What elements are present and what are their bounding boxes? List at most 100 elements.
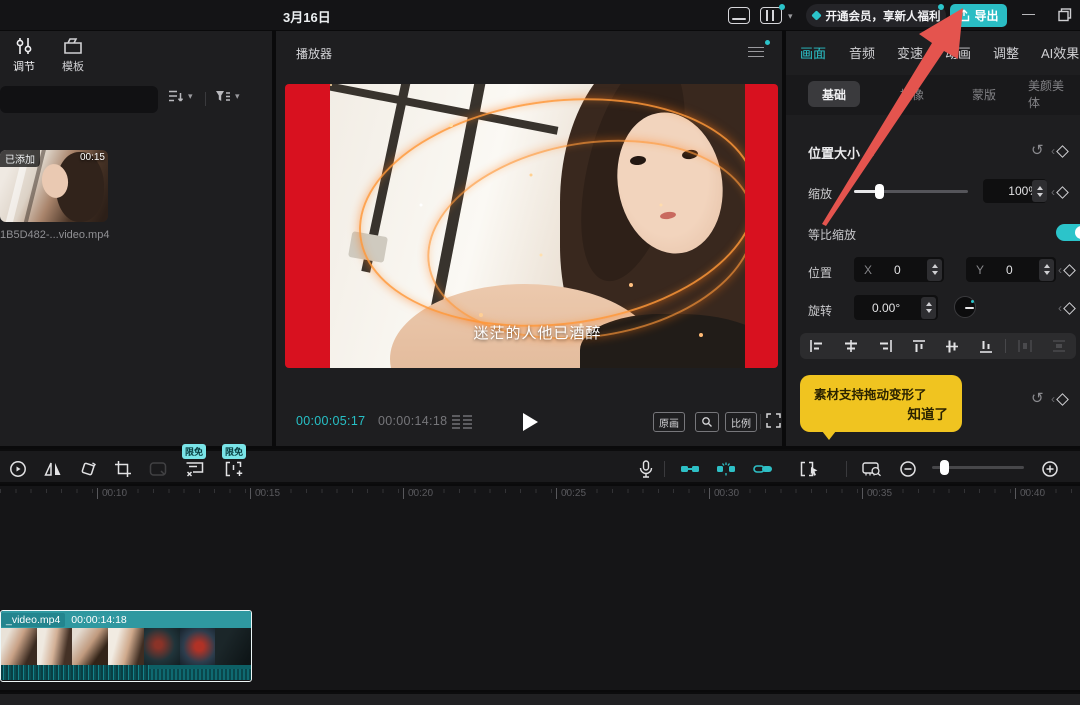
position-y-box[interactable]: Y 0 xyxy=(966,257,1056,282)
mirror-flip-icon[interactable] xyxy=(43,459,63,479)
align-center-horizontal-icon[interactable] xyxy=(834,333,868,359)
align-bottom-icon[interactable] xyxy=(969,333,1003,359)
restore-window-button[interactable] xyxy=(1058,8,1072,22)
scale-stepper[interactable] xyxy=(1032,180,1047,202)
video-clip[interactable]: _video.mp4 00:00:14:18 xyxy=(0,610,252,682)
membership-banner[interactable]: 开通会员，享新人福利 xyxy=(806,4,946,27)
keyframe-control[interactable]: ‹ xyxy=(1058,301,1076,315)
rotate-value: 0.00° xyxy=(872,300,901,315)
position-x-box[interactable]: X 0 xyxy=(854,257,944,282)
original-quality-label: 原画 xyxy=(659,418,679,430)
divider xyxy=(760,414,761,429)
added-badge: 已添加 xyxy=(0,150,40,167)
keyframe-diamond-icon xyxy=(1056,185,1069,199)
preview-zoom-button[interactable] xyxy=(695,412,719,432)
ruler-label: 00:30 xyxy=(709,488,739,499)
minimize-button[interactable]: — xyxy=(1022,6,1035,21)
tab-adjust-label: 调节 xyxy=(13,61,35,73)
keyframe-control[interactable]: ‹ xyxy=(1051,144,1069,158)
align-left-icon[interactable] xyxy=(800,333,834,359)
subtab-strip: 基础 抠像 蒙版 美颜美体 xyxy=(786,75,1080,115)
scale-slider[interactable] xyxy=(854,184,968,199)
fullscreen-icon[interactable] xyxy=(766,413,781,428)
layout-panels-icon[interactable] xyxy=(760,7,782,24)
sort-control[interactable]: ▾ xyxy=(168,89,193,103)
total-timecode: 00:00:14:18 xyxy=(378,414,448,428)
subtab-keying[interactable]: 抠像 xyxy=(886,81,938,107)
video-preview[interactable]: 迷茫的人他已酒醉 xyxy=(285,84,778,368)
filter-control[interactable]: ▾ xyxy=(215,89,240,103)
section-position-size[interactable]: 位置大小 xyxy=(808,143,875,162)
keyframe-prev-icon: ‹ xyxy=(1051,392,1055,406)
rotate-value-box[interactable]: 0.00° xyxy=(854,295,938,320)
crop-icon[interactable] xyxy=(113,459,133,479)
ruler-label: 00:40 xyxy=(1015,488,1045,499)
align-center-vertical-icon[interactable] xyxy=(936,333,970,359)
tab-template[interactable]: 模板 xyxy=(49,37,97,74)
tab-animation[interactable]: 动画 xyxy=(945,43,971,62)
tooltip-got-it-button[interactable]: 知道了 xyxy=(908,403,949,423)
timeline-preview-icon[interactable] xyxy=(862,459,882,479)
limited-free-badge: 限免 xyxy=(222,444,247,459)
align-top-icon[interactable] xyxy=(902,333,936,359)
zoom-in-icon[interactable] xyxy=(1040,459,1060,479)
position-y-value: 0 xyxy=(1006,262,1013,277)
player-menu-dot xyxy=(765,40,770,45)
tab-adjustment[interactable]: 调整 xyxy=(993,43,1019,62)
player-menu-icon[interactable] xyxy=(748,47,764,57)
timeline-zoom-slider[interactable] xyxy=(932,460,1024,475)
keyframe-prev-icon: ‹ xyxy=(1051,144,1055,158)
rotate-stepper[interactable] xyxy=(921,296,936,319)
keyframe-control[interactable]: ‹ xyxy=(1051,185,1069,199)
link-clips-icon[interactable] xyxy=(753,459,773,479)
tab-speed[interactable]: 变速 xyxy=(897,43,923,62)
subtab-beauty[interactable]: 美颜美体 xyxy=(1014,79,1080,110)
uniform-scale-toggle[interactable] xyxy=(1056,224,1080,241)
export-button[interactable]: 导出 xyxy=(950,4,1007,27)
tab-picture[interactable]: 画面 xyxy=(800,43,826,62)
smart-captions-icon[interactable] xyxy=(184,459,204,479)
magnet-snap-icon[interactable] xyxy=(680,459,700,479)
subtab-mask[interactable]: 蒙版 xyxy=(958,81,1010,107)
timeline-zoom-handle[interactable] xyxy=(940,460,949,475)
microphone-icon[interactable] xyxy=(636,459,656,479)
distribute-horizontal-icon[interactable] xyxy=(1008,333,1042,359)
x-axis-label: X xyxy=(864,262,873,277)
original-quality-button[interactable]: 原画 xyxy=(653,412,685,432)
timeline-toolbar: 限免 限免 ▾ ▾ xyxy=(0,444,1080,484)
rotate-icon[interactable] xyxy=(78,459,98,479)
zoom-out-icon[interactable] xyxy=(898,459,918,479)
tab-ai-effects[interactable]: AI效果 xyxy=(1041,43,1079,62)
y-stepper[interactable] xyxy=(1039,258,1054,281)
distribute-vertical-icon[interactable] xyxy=(1042,333,1076,359)
align-right-icon[interactable] xyxy=(868,333,902,359)
media-item-thumbnail[interactable]: 已添加 00:15 xyxy=(0,150,108,222)
tab-template-label: 模板 xyxy=(62,61,84,73)
media-library-panel: 调节 模板 ▾ ▾ 已添加 00:15 1B5D482-...video.mp4 xyxy=(0,31,272,446)
scale-slider-handle[interactable] xyxy=(875,184,884,199)
stepper-up-icon xyxy=(1036,185,1043,190)
search-input[interactable] xyxy=(0,86,158,113)
subtab-basic[interactable]: 基础 xyxy=(808,81,861,107)
chevron-down-icon[interactable]: ▾ xyxy=(788,11,793,22)
timeline-ruler[interactable]: 00:10 00:15 00:20 00:25 00:30 00:35 00:4… xyxy=(0,486,1080,502)
play-button[interactable] xyxy=(523,413,538,431)
reset-icon[interactable]: ↺ xyxy=(1031,141,1044,159)
keyframe-control[interactable]: ‹ xyxy=(1058,263,1076,277)
membership-text: 开通会员，享新人福利 xyxy=(825,10,941,23)
captions-icon[interactable] xyxy=(728,7,750,24)
reset-icon[interactable]: ↺ xyxy=(1031,389,1044,407)
select-tool-icon[interactable] xyxy=(800,459,820,479)
auto-split-icon[interactable] xyxy=(716,459,736,479)
tab-adjust[interactable]: 调节 xyxy=(0,37,48,74)
x-stepper[interactable] xyxy=(927,258,942,281)
auto-cut-icon[interactable] xyxy=(224,459,244,479)
rotation-dial[interactable] xyxy=(954,296,976,318)
frame-grid-icon[interactable] xyxy=(452,415,472,429)
reverse-play-icon[interactable] xyxy=(8,459,28,479)
keyframe-control[interactable]: ‹ xyxy=(1051,392,1069,406)
timeline-area[interactable]: _video.mp4 00:00:14:18 xyxy=(0,502,1080,690)
tab-audio[interactable]: 音频 xyxy=(849,43,875,62)
aspect-ratio-button[interactable]: 比例 xyxy=(725,412,757,432)
aspect-ratio-label: 比例 xyxy=(731,418,751,430)
